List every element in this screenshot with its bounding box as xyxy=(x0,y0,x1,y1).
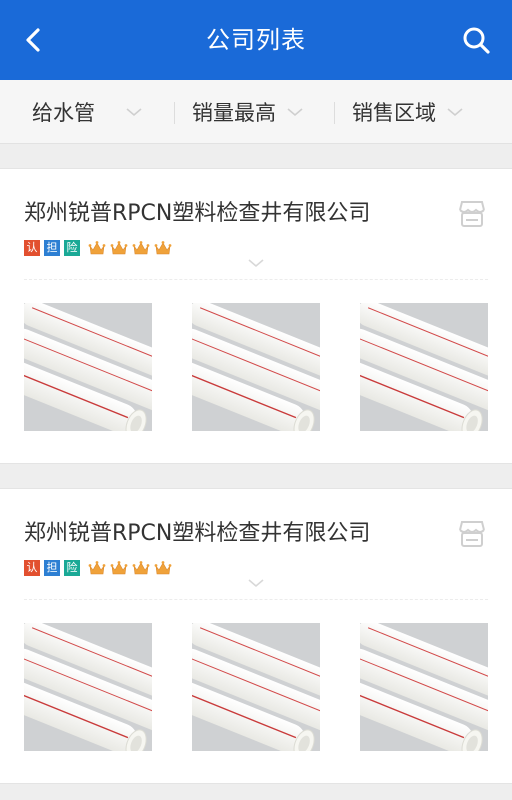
search-icon[interactable] xyxy=(460,24,492,56)
company-card[interactable]: 郑州锐普RPCN塑料检查井有限公司 认担险 xyxy=(0,168,512,464)
product-thumbnails xyxy=(24,623,488,751)
pipe-image xyxy=(360,623,488,751)
crown-icon xyxy=(88,241,106,255)
filter-separator xyxy=(174,102,175,124)
filter-bar: 给水管 销量最高 销售区域 xyxy=(0,80,512,144)
certified-badge: 认 xyxy=(24,240,40,256)
company-badges: 认担险 xyxy=(24,559,176,577)
crown-icon xyxy=(110,561,128,575)
store-icon[interactable] xyxy=(456,519,488,549)
crown-icon xyxy=(154,241,172,255)
crown-icon xyxy=(154,561,172,575)
filter-category-label: 给水管 xyxy=(32,101,95,125)
pipe-image xyxy=(192,303,320,431)
chevron-down-icon xyxy=(447,108,463,117)
product-thumbnail[interactable] xyxy=(192,623,320,751)
insurance-badge: 险 xyxy=(64,240,80,256)
expand-chevron-icon[interactable] xyxy=(246,257,266,269)
product-thumbnails xyxy=(24,303,488,431)
app-header: 公司列表 xyxy=(0,0,512,80)
chevron-down-icon xyxy=(287,108,303,117)
card-divider xyxy=(24,599,488,600)
product-thumbnail[interactable] xyxy=(192,303,320,431)
product-thumbnail[interactable] xyxy=(24,303,152,431)
insurance-badge: 险 xyxy=(64,560,80,576)
guarantee-badge: 担 xyxy=(44,560,60,576)
pipe-image xyxy=(360,303,488,431)
crown-icon xyxy=(88,561,106,575)
filter-region-dropdown[interactable]: 销售区域 xyxy=(352,80,464,144)
guarantee-badge: 担 xyxy=(44,240,60,256)
filter-region-label: 销售区域 xyxy=(352,101,436,125)
page-title: 公司列表 xyxy=(206,26,306,54)
chevron-down-icon xyxy=(126,108,142,117)
company-name[interactable]: 郑州锐普RPCN塑料检查井有限公司 xyxy=(24,515,370,547)
certified-badge: 认 xyxy=(24,560,40,576)
filter-sort-label: 销量最高 xyxy=(192,101,276,125)
product-thumbnail[interactable] xyxy=(24,623,152,751)
pipe-image xyxy=(24,623,152,751)
company-name[interactable]: 郑州锐普RPCN塑料检查井有限公司 xyxy=(24,195,370,227)
crown-icon xyxy=(132,241,150,255)
crown-icon xyxy=(132,561,150,575)
expand-chevron-icon[interactable] xyxy=(246,577,266,589)
company-card[interactable]: 郑州锐普RPCN塑料检查井有限公司 认担险 xyxy=(0,488,512,784)
crown-rating xyxy=(88,560,176,576)
filter-sort-dropdown[interactable]: 销量最高 xyxy=(192,80,304,144)
product-thumbnail[interactable] xyxy=(360,623,488,751)
pipe-image xyxy=(192,623,320,751)
company-badges: 认担险 xyxy=(24,239,176,257)
pipe-image xyxy=(24,303,152,431)
crown-rating xyxy=(88,240,176,256)
crown-icon xyxy=(110,241,128,255)
filter-category-dropdown[interactable]: 给水管 xyxy=(32,80,143,144)
store-icon[interactable] xyxy=(456,199,488,229)
filter-separator xyxy=(334,102,335,124)
product-thumbnail[interactable] xyxy=(360,303,488,431)
card-divider xyxy=(24,279,488,280)
